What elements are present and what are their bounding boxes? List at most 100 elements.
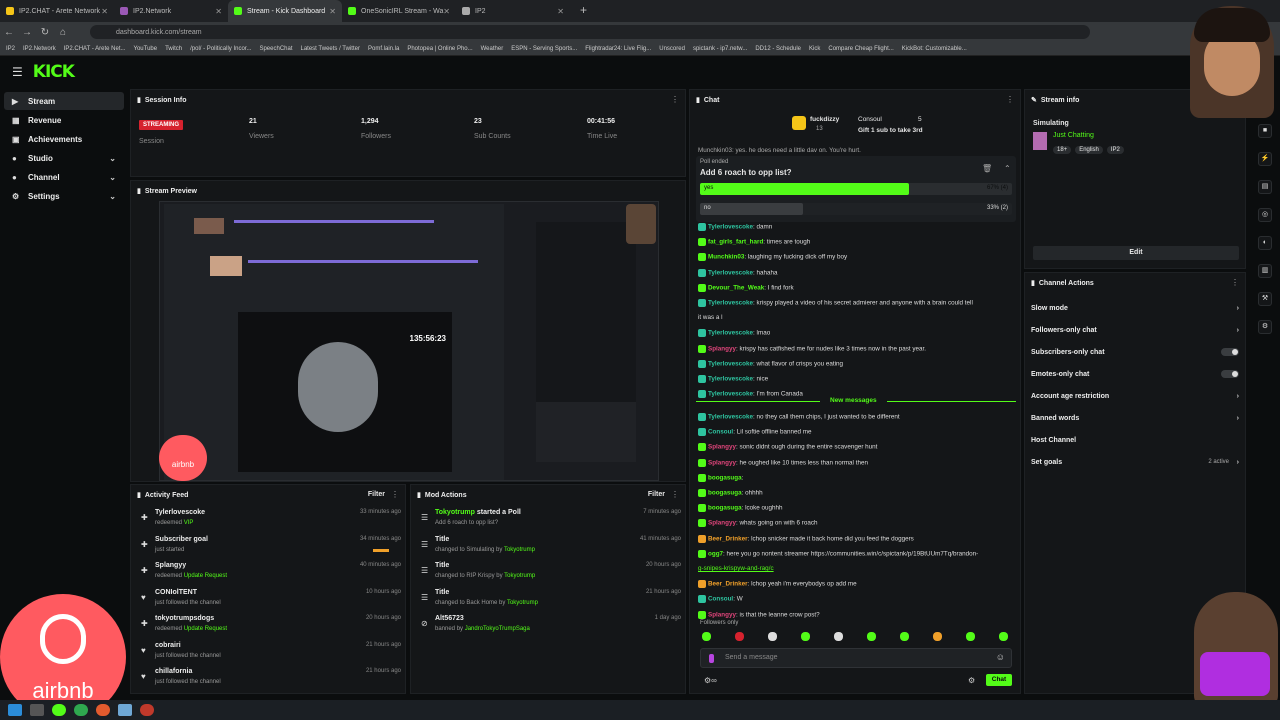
chat-username[interactable]: Tylerlovescoke bbox=[708, 300, 753, 307]
back-icon[interactable]: ← bbox=[0, 27, 18, 38]
kebab-menu-icon[interactable]: ⋮ bbox=[1231, 278, 1239, 287]
spotify-icon[interactable] bbox=[52, 704, 66, 716]
forward-icon[interactable]: → bbox=[18, 27, 36, 38]
bookmark-item[interactable]: YouTube bbox=[134, 46, 158, 52]
bookmark-item[interactable]: Latest Tweets / Twitter bbox=[301, 46, 360, 52]
steam-icon[interactable] bbox=[118, 704, 132, 716]
bookmark-item[interactable]: KickBot: Customizable... bbox=[902, 46, 967, 52]
toggle-switch[interactable] bbox=[1221, 370, 1239, 378]
emote-icon[interactable] bbox=[867, 632, 876, 641]
mod-action-highlight[interactable]: JandroTokyoTrumpSaga bbox=[465, 626, 530, 632]
taskbar-app-icon[interactable] bbox=[30, 704, 44, 716]
activity-user[interactable]: Tylerlovescoke bbox=[155, 509, 205, 516]
windows-start-icon[interactable] bbox=[8, 704, 22, 716]
emote-icon[interactable] bbox=[999, 632, 1008, 641]
bookmark-item[interactable]: Pomf.lain.la bbox=[368, 46, 399, 52]
emote-icon[interactable] bbox=[834, 632, 843, 641]
chat-username[interactable]: Splangyy bbox=[708, 459, 736, 466]
chat-username[interactable]: Devour_The_Weak bbox=[708, 284, 764, 291]
mod-action-actor[interactable]: Title bbox=[435, 562, 449, 569]
close-tab-icon[interactable]: ✕ bbox=[329, 7, 336, 16]
chevron-up-icon[interactable]: ⌃ bbox=[1004, 164, 1011, 173]
bookmark-item[interactable]: /pol/ - Politically Incor... bbox=[190, 46, 251, 52]
chat-username[interactable]: Tylerlovescoke bbox=[708, 224, 753, 231]
infinity-icon[interactable]: ⚙∞ bbox=[704, 676, 717, 685]
mod-action-highlight[interactable]: Tokyotrump bbox=[504, 573, 535, 579]
firefox-icon[interactable] bbox=[96, 704, 110, 716]
chat-username[interactable]: Tylerlovescoke bbox=[708, 360, 753, 367]
emote-icon[interactable] bbox=[966, 632, 975, 641]
bookmark-item[interactable]: spictank - ip7.netw... bbox=[693, 46, 747, 52]
mod-action-actor[interactable]: Alt56723 bbox=[435, 615, 464, 622]
chat-username[interactable]: boogasuga bbox=[708, 490, 742, 497]
emote-icon[interactable] bbox=[900, 632, 909, 641]
chat-username[interactable]: Tylerlovescoke bbox=[708, 414, 753, 421]
emote-icon[interactable] bbox=[735, 632, 744, 641]
activity-user[interactable]: cobrairi bbox=[155, 642, 181, 649]
bookmark-item[interactable]: Twitch bbox=[165, 46, 182, 52]
new-tab-button[interactable]: + bbox=[580, 0, 587, 22]
chrome-icon[interactable] bbox=[74, 704, 88, 716]
kebab-menu-icon[interactable]: ⋮ bbox=[1006, 95, 1014, 104]
browser-tab[interactable]: IP2.CHAT - Arete Network ✕ bbox=[0, 0, 114, 22]
stream-video[interactable]: 135:56:23 bbox=[159, 201, 659, 481]
bookmark-item[interactable]: Weather bbox=[481, 46, 504, 52]
rail-tool-icon[interactable]: ⚡ bbox=[1258, 152, 1272, 166]
browser-tab[interactable]: IP2 ✕ bbox=[456, 0, 570, 22]
chat-username[interactable]: ogg7 bbox=[708, 550, 723, 557]
obs-icon[interactable] bbox=[140, 704, 154, 716]
channel-action-row[interactable]: Account age restriction › bbox=[1031, 387, 1241, 405]
sidebar-item-channel[interactable]: ● Channel ⌄ bbox=[4, 168, 124, 186]
rail-tool-icon[interactable]: ◐ bbox=[1258, 236, 1272, 250]
chat-input[interactable]: Send a message ☺ bbox=[700, 648, 1012, 668]
bookmark-item[interactable]: Unscored bbox=[659, 46, 685, 52]
kebab-menu-icon[interactable]: ⋮ bbox=[671, 490, 679, 499]
activity-user[interactable]: tokyotrumpsdogs bbox=[155, 615, 214, 622]
mod-action-highlight[interactable]: Tokyotrump bbox=[504, 547, 535, 553]
chat-username[interactable]: boogasuga bbox=[708, 474, 742, 481]
emote-icon[interactable] bbox=[933, 632, 942, 641]
home-icon[interactable]: ⌂ bbox=[54, 27, 72, 38]
browser-tab[interactable]: IP2.Network ✕ bbox=[114, 0, 228, 22]
bookmark-item[interactable]: Flightradar24: Live Flig... bbox=[585, 46, 651, 52]
url-bar[interactable]: dashboard.kick.com/stream bbox=[90, 25, 1090, 39]
mod-action-highlight[interactable]: Tokyotrump bbox=[507, 600, 538, 606]
send-chat-button[interactable]: Chat bbox=[986, 674, 1012, 686]
activity-user[interactable]: chillafornia bbox=[155, 668, 192, 675]
channel-action-row[interactable]: Emotes-only chat bbox=[1031, 365, 1241, 383]
channel-action-row[interactable]: Subscribers-only chat bbox=[1031, 343, 1241, 361]
channel-action-row[interactable]: Host Channel bbox=[1031, 431, 1241, 449]
emote-icon[interactable] bbox=[702, 632, 711, 641]
channel-action-row[interactable]: Banned words › bbox=[1031, 409, 1241, 427]
chat-username[interactable]: Tylerlovescoke bbox=[708, 330, 753, 337]
chat-username[interactable]: Beer_Drinker bbox=[708, 581, 748, 588]
chat-username[interactable]: boogasuga bbox=[708, 505, 742, 512]
mod-action-actor[interactable]: Tokyotrump bbox=[435, 509, 475, 516]
chat-username[interactable]: Splangyy bbox=[708, 520, 736, 527]
rail-tool-icon[interactable]: ⚙ bbox=[1258, 320, 1272, 334]
filter-button[interactable]: Filter bbox=[648, 491, 665, 498]
reload-icon[interactable]: ↻ bbox=[36, 27, 54, 38]
bookmark-item[interactable]: Kick bbox=[809, 46, 820, 52]
browser-tab-active[interactable]: Stream - Kick Dashboard ✕ bbox=[228, 0, 342, 22]
activity-user[interactable]: CONIolTENT bbox=[155, 589, 197, 596]
close-tab-icon[interactable]: ✕ bbox=[557, 7, 564, 16]
emote-icon[interactable] bbox=[801, 632, 810, 641]
chat-username[interactable]: Beer_Drinker bbox=[708, 535, 748, 542]
activity-user[interactable]: Subscriber goal bbox=[155, 536, 208, 543]
chat-username[interactable]: Tylerlovescoke bbox=[708, 376, 753, 383]
toggle-switch[interactable] bbox=[1221, 348, 1239, 356]
kebab-menu-icon[interactable]: ⋮ bbox=[671, 95, 679, 104]
sidebar-item-stream[interactable]: ▶ Stream bbox=[4, 92, 124, 110]
filter-button[interactable]: Filter bbox=[368, 491, 385, 498]
bookmark-item[interactable]: SpeechChat bbox=[259, 46, 292, 52]
category-link[interactable]: Just Chatting bbox=[1053, 132, 1094, 139]
chat-username[interactable]: Splangyy bbox=[708, 345, 736, 352]
chat-username[interactable]: Tylerlovescoke bbox=[708, 391, 753, 398]
bookmark-item[interactable]: Photopea | Online Pho... bbox=[407, 46, 472, 52]
mod-action-actor[interactable]: Title bbox=[435, 536, 449, 543]
trash-icon[interactable]: 🗑 bbox=[982, 164, 992, 173]
chat-username[interactable]: Consoul bbox=[708, 429, 733, 436]
gear-icon[interactable]: ⚙ bbox=[968, 676, 975, 685]
mod-action-actor[interactable]: Title bbox=[435, 589, 449, 596]
